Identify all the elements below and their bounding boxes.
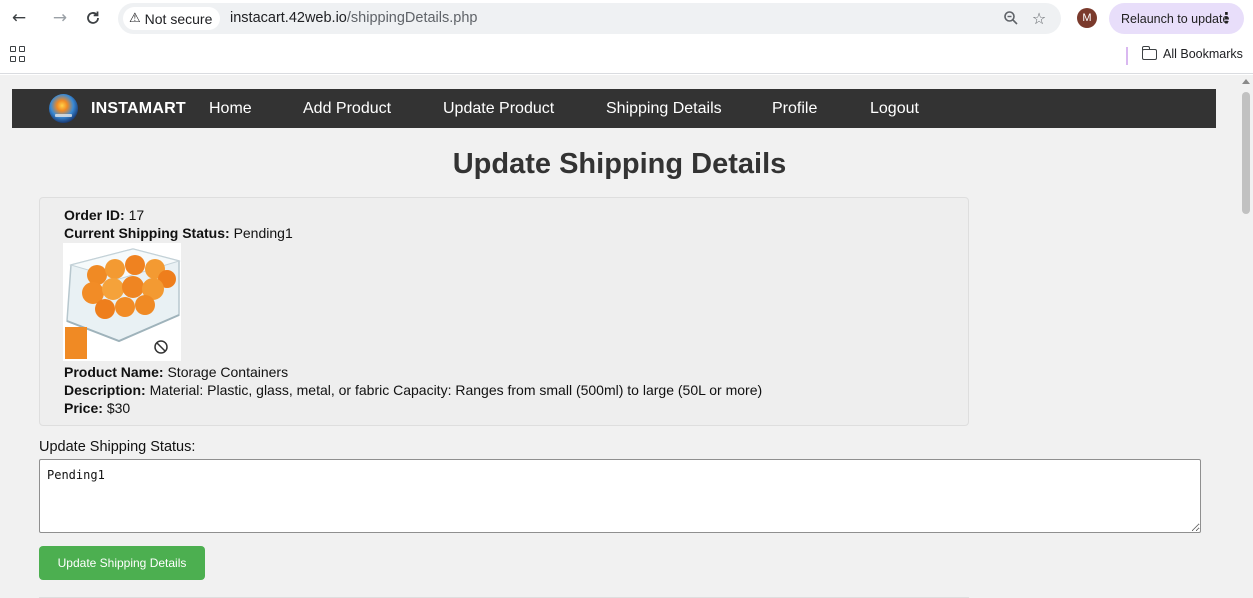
page-viewport: INSTAMART Home Add Product Update Produc… bbox=[0, 75, 1253, 598]
shipping-status-field-label: Update Shipping Status: bbox=[39, 439, 196, 455]
bookmarks-divider bbox=[1126, 47, 1128, 65]
scroll-up-arrow-icon[interactable] bbox=[1242, 79, 1250, 84]
current-status-label: Current Shipping Status: bbox=[64, 225, 230, 241]
page-scrollbar[interactable] bbox=[1239, 75, 1253, 598]
price-value: $30 bbox=[106, 400, 131, 416]
brand-logo[interactable] bbox=[49, 94, 78, 123]
order-id-line: Order ID: 17 bbox=[64, 207, 144, 223]
nav-link-profile[interactable]: Profile bbox=[772, 100, 817, 118]
order-id-label: Order ID: bbox=[64, 207, 125, 223]
url-text[interactable]: instacart.42web.io/shippingDetails.php bbox=[230, 10, 477, 26]
more-vert-icon: ⋮ bbox=[1219, 9, 1234, 27]
relaunch-button[interactable]: Relaunch to update ⋮ bbox=[1109, 3, 1244, 34]
product-name-line: Product Name: Storage Containers bbox=[64, 364, 288, 380]
product-name-label: Product Name: bbox=[64, 364, 164, 380]
order-id-value: 17 bbox=[128, 207, 145, 223]
url-path: /shippingDetails.php bbox=[346, 10, 478, 26]
nav-link-shipping-details[interactable]: Shipping Details bbox=[606, 100, 722, 118]
url-host: instacart.42web.io bbox=[230, 10, 347, 26]
profile-avatar[interactable]: M bbox=[1077, 8, 1097, 28]
bookmark-star-icon[interactable]: ☆ bbox=[1029, 8, 1049, 28]
description-label: Description: bbox=[64, 382, 146, 398]
description-value: Material: Plastic, glass, metal, or fabr… bbox=[149, 382, 763, 398]
bookmarks-bar: All Bookmarks bbox=[0, 38, 1253, 74]
warning-icon: ⚠ bbox=[129, 11, 141, 26]
back-button[interactable]: ← bbox=[8, 7, 30, 29]
product-name-value: Storage Containers bbox=[167, 364, 289, 380]
all-bookmarks-button[interactable]: All Bookmarks bbox=[1141, 45, 1243, 61]
nav-link-logout[interactable]: Logout bbox=[870, 100, 919, 118]
reload-icon bbox=[87, 11, 99, 24]
price-label: Price: bbox=[64, 400, 103, 416]
address-bar[interactable]: ⚠ Not secure instacart.42web.io/shipping… bbox=[118, 3, 1061, 34]
relaunch-label: Relaunch to update bbox=[1121, 11, 1230, 26]
arrow-right-icon: → bbox=[52, 8, 68, 28]
scroll-thumb[interactable] bbox=[1242, 92, 1250, 214]
reload-button[interactable] bbox=[82, 7, 104, 29]
page-title: Update Shipping Details bbox=[452, 148, 787, 180]
security-chip[interactable]: ⚠ Not secure bbox=[123, 7, 221, 30]
brand-name[interactable]: INSTAMART bbox=[91, 100, 186, 118]
apps-grid-icon[interactable] bbox=[10, 46, 26, 62]
shipping-status-textarea[interactable]: Pending1 bbox=[39, 459, 1201, 533]
nav-link-update-product[interactable]: Update Product bbox=[443, 100, 554, 118]
product-image bbox=[63, 243, 181, 361]
current-status-line: Current Shipping Status: Pending1 bbox=[64, 225, 293, 241]
price-line: Price: $30 bbox=[64, 400, 130, 416]
arrow-left-icon: ← bbox=[11, 8, 27, 28]
nav-link-add-product[interactable]: Add Product bbox=[303, 100, 391, 118]
description-line: Description: Material: Plastic, glass, m… bbox=[64, 382, 762, 398]
all-bookmarks-label: All Bookmarks bbox=[1163, 47, 1243, 61]
current-status-value: Pending1 bbox=[233, 225, 293, 241]
folder-icon bbox=[1141, 45, 1157, 60]
order-details-card: Order ID: 17 Current Shipping Status: Pe… bbox=[39, 197, 969, 426]
zoom-icon[interactable] bbox=[1001, 8, 1021, 28]
site-navbar: INSTAMART Home Add Product Update Produc… bbox=[12, 89, 1216, 128]
browser-toolbar: ← → ⚠ Not secure instacart.42web.io/ship… bbox=[0, 0, 1253, 38]
nav-link-home[interactable]: Home bbox=[209, 100, 252, 118]
update-shipping-details-button[interactable]: Update Shipping Details bbox=[39, 546, 205, 580]
forward-button[interactable]: → bbox=[49, 7, 71, 29]
security-label: Not secure bbox=[144, 10, 213, 27]
